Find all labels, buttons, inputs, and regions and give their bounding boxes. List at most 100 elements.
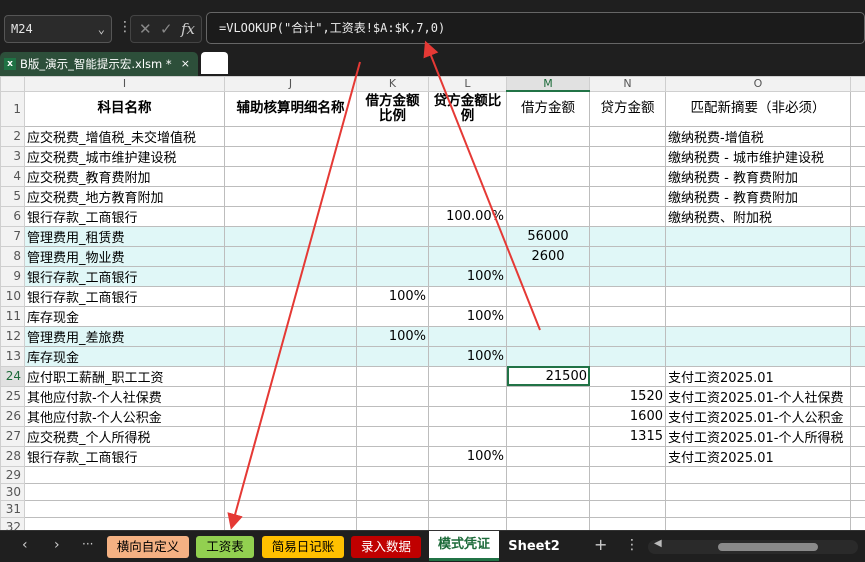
cell-l11[interactable]: 100% bbox=[428, 305, 507, 327]
cell-i8[interactable]: 管理费用_物业费 bbox=[24, 245, 225, 267]
sheet-grid[interactable]: IJKLMNOP 1科目名称辅助核算明细名称借方金额比例贷方金额比例借方金额贷方… bbox=[0, 76, 865, 530]
cell-m26[interactable] bbox=[506, 405, 590, 427]
cell-k26[interactable] bbox=[356, 405, 429, 427]
cell-n9[interactable] bbox=[589, 265, 666, 287]
header-cell-p[interactable]: 匹 bbox=[850, 90, 865, 127]
header-cell-l[interactable]: 贷方金额比例 bbox=[428, 90, 507, 127]
cell-n27[interactable]: 1315 bbox=[589, 425, 666, 447]
cell-m31[interactable] bbox=[506, 500, 590, 519]
cell-j8[interactable] bbox=[224, 245, 357, 267]
cell-n31[interactable] bbox=[589, 500, 666, 519]
cell-l10[interactable] bbox=[428, 285, 507, 307]
cell-i7[interactable]: 管理费用_租赁费 bbox=[24, 225, 225, 247]
cell-j29[interactable] bbox=[224, 465, 357, 484]
cell-i10[interactable]: 银行存款_工商银行 bbox=[24, 285, 225, 307]
cell-n25[interactable]: 1520 bbox=[589, 385, 666, 407]
cell-n12[interactable] bbox=[589, 325, 666, 347]
row-number[interactable]: 25 bbox=[0, 385, 25, 407]
cell-o27[interactable]: 支付工资2025.01-个人所得税 bbox=[665, 425, 851, 447]
cell-l29[interactable] bbox=[428, 465, 507, 484]
cell-n29[interactable] bbox=[589, 465, 666, 484]
cell-p30[interactable] bbox=[850, 482, 865, 502]
column-header-k[interactable]: K bbox=[356, 76, 429, 92]
cell-o24[interactable]: 支付工资2025.01 bbox=[665, 365, 851, 387]
cell-p3[interactable] bbox=[850, 145, 865, 167]
cell-k24[interactable] bbox=[356, 365, 429, 387]
cell-k4[interactable] bbox=[356, 165, 429, 187]
cell-i31[interactable] bbox=[24, 500, 225, 519]
cell-j24[interactable] bbox=[224, 365, 357, 387]
cell-m30[interactable] bbox=[506, 482, 590, 502]
cell-i25[interactable]: 其他应付款-个人社保费 bbox=[24, 385, 225, 407]
cell-j26[interactable] bbox=[224, 405, 357, 427]
cell-m24[interactable]: 21500 bbox=[506, 365, 590, 387]
cell-l4[interactable] bbox=[428, 165, 507, 187]
cell-j5[interactable] bbox=[224, 185, 357, 207]
cell-m7[interactable]: 56000 bbox=[506, 225, 590, 247]
row-number[interactable]: 3 bbox=[0, 145, 25, 167]
cell-j3[interactable] bbox=[224, 145, 357, 167]
row-number[interactable]: 32 bbox=[0, 517, 25, 530]
cell-m32[interactable] bbox=[506, 517, 590, 530]
row-number[interactable]: 8 bbox=[0, 245, 25, 267]
cell-n32[interactable] bbox=[589, 517, 666, 530]
close-icon[interactable]: × bbox=[181, 52, 190, 76]
cell-p4[interactable] bbox=[850, 165, 865, 187]
cell-o5[interactable]: 缴纳税费 - 教育费附加 bbox=[665, 185, 851, 207]
cell-l28[interactable]: 100% bbox=[428, 445, 507, 467]
cell-n7[interactable] bbox=[589, 225, 666, 247]
cell-n10[interactable] bbox=[589, 285, 666, 307]
header-cell-j[interactable]: 辅助核算明细名称 bbox=[224, 90, 357, 127]
cell-i4[interactable]: 应交税费_教育费附加 bbox=[24, 165, 225, 187]
cell-k5[interactable] bbox=[356, 185, 429, 207]
cell-p27[interactable] bbox=[850, 425, 865, 447]
column-header-n[interactable]: N bbox=[589, 76, 666, 92]
row-number[interactable]: 9 bbox=[0, 265, 25, 287]
cell-j12[interactable] bbox=[224, 325, 357, 347]
new-file-tab[interactable] bbox=[201, 52, 228, 74]
cell-k28[interactable] bbox=[356, 445, 429, 467]
cell-l2[interactable] bbox=[428, 125, 507, 147]
cell-m13[interactable] bbox=[506, 345, 590, 367]
row-number[interactable]: 13 bbox=[0, 345, 25, 367]
cell-l8[interactable] bbox=[428, 245, 507, 267]
row-number[interactable]: 4 bbox=[0, 165, 25, 187]
cell-k31[interactable] bbox=[356, 500, 429, 519]
cell-j27[interactable] bbox=[224, 425, 357, 447]
cell-m3[interactable] bbox=[506, 145, 590, 167]
row-number[interactable]: 11 bbox=[0, 305, 25, 327]
cell-m11[interactable] bbox=[506, 305, 590, 327]
column-header-o[interactable]: O bbox=[665, 76, 851, 92]
cell-o7[interactable] bbox=[665, 225, 851, 247]
header-cell-k[interactable]: 借方金额比例 bbox=[356, 90, 429, 127]
cell-i11[interactable]: 库存现金 bbox=[24, 305, 225, 327]
row-number[interactable]: 1 bbox=[0, 90, 25, 127]
cell-l13[interactable]: 100% bbox=[428, 345, 507, 367]
cell-l12[interactable] bbox=[428, 325, 507, 347]
row-number[interactable]: 12 bbox=[0, 325, 25, 347]
cell-j10[interactable] bbox=[224, 285, 357, 307]
cell-k3[interactable] bbox=[356, 145, 429, 167]
cell-i28[interactable]: 银行存款_工商银行 bbox=[24, 445, 225, 467]
sheet-tab-payroll[interactable]: 工资表 bbox=[196, 536, 254, 558]
column-header-i[interactable]: I bbox=[24, 76, 225, 92]
row-number[interactable]: 31 bbox=[0, 500, 25, 519]
cell-k25[interactable] bbox=[356, 385, 429, 407]
scroll-left-icon[interactable]: ◀ bbox=[654, 538, 662, 549]
row-number[interactable]: 29 bbox=[0, 465, 25, 484]
cell-n30[interactable] bbox=[589, 482, 666, 502]
cell-k7[interactable] bbox=[356, 225, 429, 247]
cell-i5[interactable]: 应交税费_地方教育附加 bbox=[24, 185, 225, 207]
column-header-j[interactable]: J bbox=[224, 76, 357, 92]
cell-p24[interactable] bbox=[850, 365, 865, 387]
next-sheet-icon[interactable]: › bbox=[54, 537, 60, 553]
cell-p13[interactable] bbox=[850, 345, 865, 367]
cell-o11[interactable] bbox=[665, 305, 851, 327]
cell-i30[interactable] bbox=[24, 482, 225, 502]
cell-l27[interactable] bbox=[428, 425, 507, 447]
cell-o25[interactable]: 支付工资2025.01-个人社保费 bbox=[665, 385, 851, 407]
cell-m12[interactable] bbox=[506, 325, 590, 347]
cell-j13[interactable] bbox=[224, 345, 357, 367]
cell-k13[interactable] bbox=[356, 345, 429, 367]
cell-j2[interactable] bbox=[224, 125, 357, 147]
